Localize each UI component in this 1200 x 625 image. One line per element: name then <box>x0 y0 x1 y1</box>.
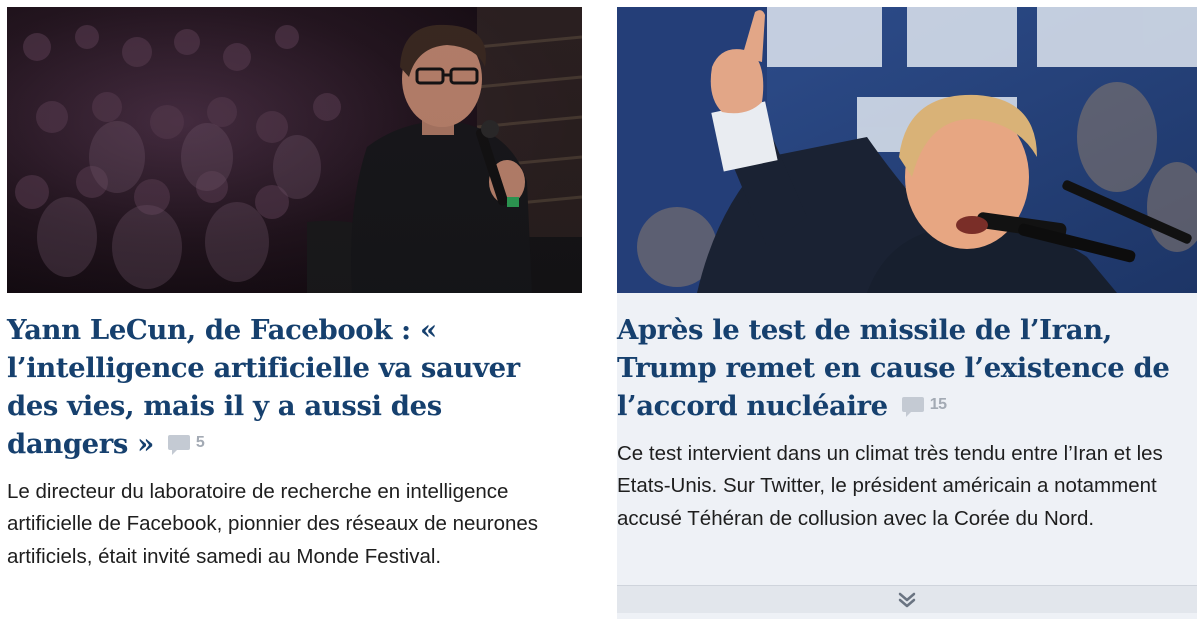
article-headline[interactable]: Après le test de missile de l’Iran, Trum… <box>617 293 1187 427</box>
article-summary: Ce test intervient dans un climat très t… <box>617 441 1163 530</box>
headline-text[interactable]: Yann LeCun, de Facebook : « l’intelligen… <box>7 314 520 460</box>
comment-count: 5 <box>195 433 205 451</box>
article-card[interactable]: Après le test de missile de l’Iran, Trum… <box>617 7 1197 619</box>
article-card[interactable]: Yann LeCun, de Facebook : « l’intelligen… <box>7 7 582 619</box>
comment-count-badge[interactable]: 5 <box>167 424 205 462</box>
article-photo[interactable] <box>617 7 1197 293</box>
comment-count-badge[interactable]: 15 <box>901 386 947 424</box>
article-summary: Le directeur du laboratoire de recherche… <box>7 479 539 568</box>
double-chevron-down-icon <box>898 592 916 607</box>
comment-bubble-icon <box>167 435 190 455</box>
article-photo[interactable] <box>7 7 582 293</box>
expand-more-button[interactable] <box>617 585 1197 613</box>
headline-text[interactable]: Après le test de missile de l’Iran, Trum… <box>617 314 1170 422</box>
article-headline[interactable]: Yann LeCun, de Facebook : « l’intelligen… <box>7 293 567 465</box>
comment-bubble-icon <box>901 397 924 417</box>
comment-count: 15 <box>929 395 947 413</box>
